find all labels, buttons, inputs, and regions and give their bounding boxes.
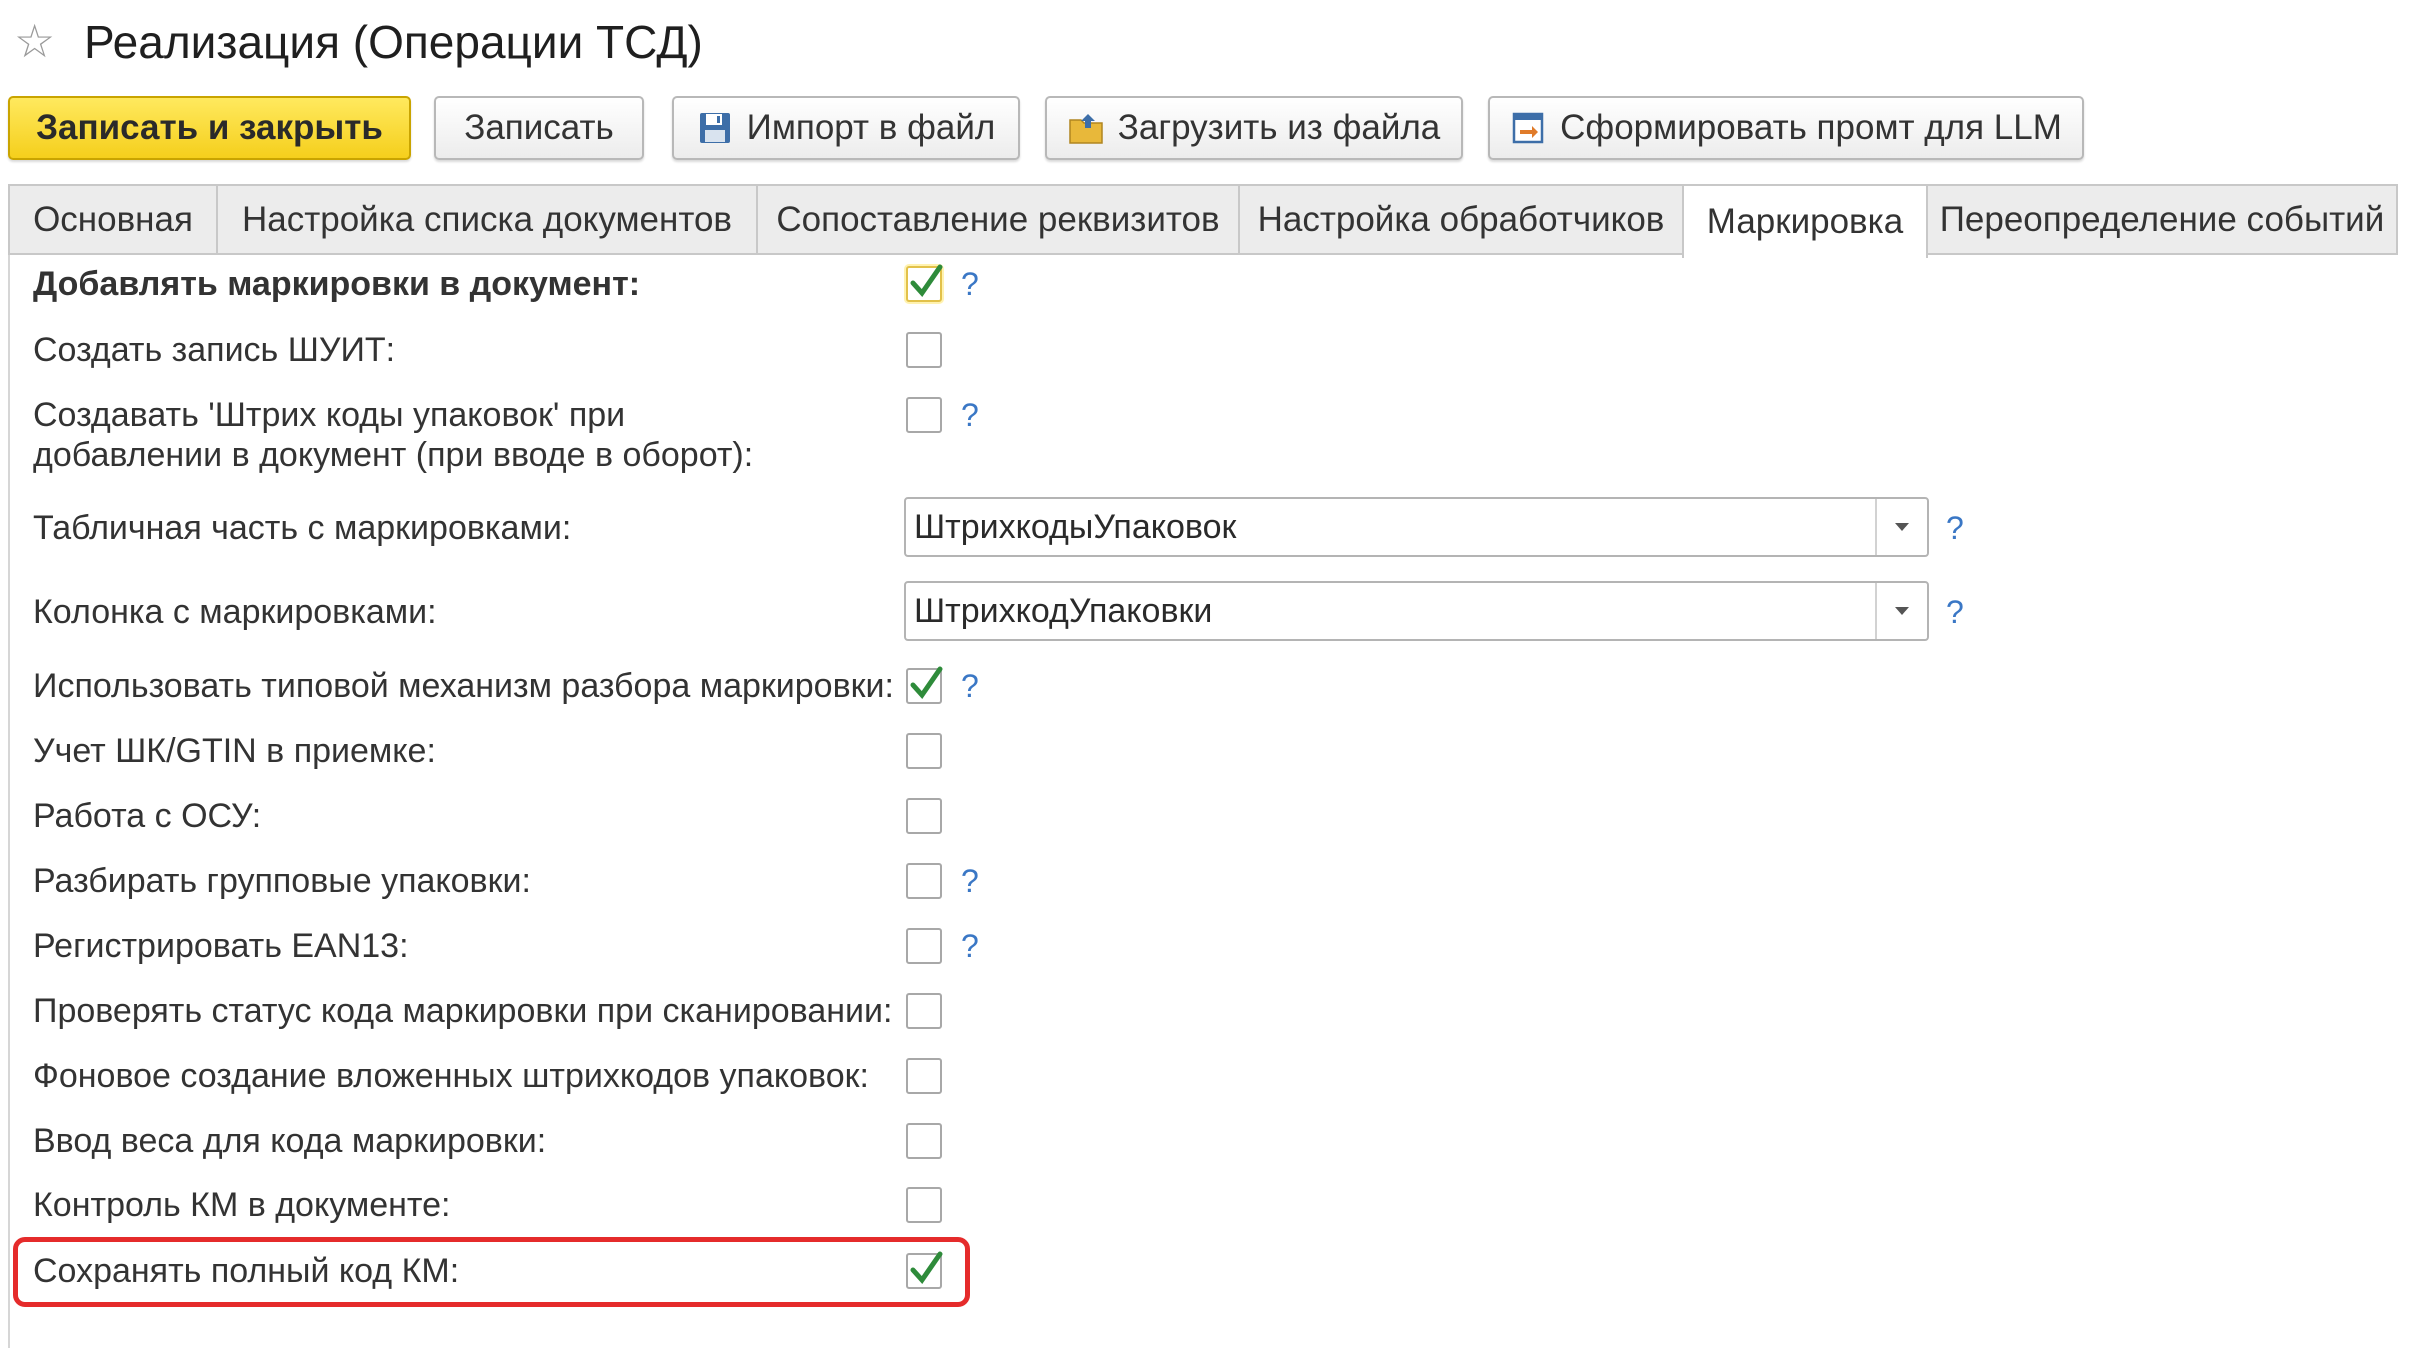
tab-label: Настройка списка документов (241, 200, 733, 239)
help-icon[interactable]: ? (1946, 510, 1964, 546)
gtin-accounting-checkbox[interactable] (906, 733, 942, 769)
title-bar: ☆ Реализация (Операции ТСД) (0, 0, 2427, 84)
tab-label: Маркировка (1706, 202, 1904, 241)
folder-upload-icon (1068, 114, 1103, 144)
km-control-label: Контроль КМ в документе: (33, 1186, 451, 1224)
marking-column-select[interactable]: ШтрихкодУпаковки (904, 581, 1929, 641)
checkmark-icon (910, 666, 943, 700)
marking-column-value: ШтрихкодУпаковки (914, 592, 1213, 630)
background-creation-label: Фоновое создание вложенных штрихкодов уп… (33, 1057, 869, 1095)
gtin-accounting-label: Учет ШК/GTIN в приемке: (33, 732, 436, 770)
export-label: Импорт в файл (746, 108, 996, 147)
tab-main[interactable]: Основная (8, 184, 218, 254)
generate-llm-prompt-button[interactable]: Сформировать промт для LLM (1488, 96, 2084, 160)
check-status-checkbox[interactable] (906, 993, 942, 1029)
document-arrow-icon (1512, 112, 1544, 144)
tab-documents-list[interactable]: Настройка списка документов (216, 184, 758, 254)
standard-mechanism-checkbox[interactable] (906, 666, 943, 704)
create-barcodes-label-line1: Создавать 'Штрих коды упаковок' при (33, 396, 626, 434)
load-label: Загрузить из файла (1117, 108, 1441, 147)
help-icon[interactable]: ? (961, 397, 979, 433)
table-part-label: Табличная часть с маркировками: (33, 509, 572, 547)
group-packages-label: Разбирать групповые упаковки: (33, 862, 531, 900)
create-barcodes-checkbox[interactable] (906, 397, 942, 433)
tab-bar: Основная Настройка списка документов Соп… (8, 184, 2398, 258)
ean13-checkbox[interactable] (906, 928, 942, 964)
tab-handlers[interactable]: Настройка обработчиков (1238, 184, 1684, 254)
table-part-value: ШтрихкодыУпаковок (914, 508, 1237, 546)
tab-label: Настройка обработчиков (1257, 200, 1665, 239)
save-and-close-label: Записать и закрыть (36, 108, 383, 147)
favorite-star-icon[interactable]: ☆ (14, 18, 55, 64)
create-barcodes-label-line2: добавлении в документ (при вводе в оборо… (33, 436, 754, 474)
save-full-km-checkbox[interactable] (906, 1251, 943, 1289)
osu-checkbox[interactable] (906, 798, 942, 834)
chevron-down-icon[interactable] (1875, 499, 1927, 555)
table-part-select[interactable]: ШтрихкодыУпаковок (904, 497, 1929, 557)
help-icon[interactable]: ? (961, 668, 979, 704)
weight-input-label: Ввод веса для кода маркировки: (33, 1122, 547, 1160)
tab-marking[interactable]: Маркировка (1682, 184, 1928, 258)
tab-label: Сопоставление реквизитов (776, 200, 1220, 239)
floppy-disk-icon (699, 113, 730, 143)
tab-label: Переопределение событий (1939, 200, 2385, 239)
checkmark-icon (910, 1251, 943, 1285)
create-shuit-label: Создать запись ШУИТ: (33, 331, 396, 369)
marking-column-label: Колонка с маркировками: (33, 593, 437, 631)
tab-divider (8, 253, 2398, 255)
standard-mechanism-label: Использовать типовой механизм разбора ма… (33, 667, 894, 705)
group-packages-checkbox[interactable] (906, 863, 942, 899)
background-creation-checkbox[interactable] (906, 1058, 942, 1094)
export-to-file-button[interactable]: Импорт в файл (672, 96, 1020, 160)
check-status-label: Проверять статус кода маркировки при ска… (33, 992, 893, 1030)
chevron-down-icon[interactable] (1875, 583, 1927, 639)
km-control-checkbox[interactable] (906, 1187, 942, 1223)
ean13-label: Регистрировать EAN13: (33, 927, 409, 965)
save-and-close-button[interactable]: Записать и закрыть (8, 96, 411, 160)
tab-events-override[interactable]: Переопределение событий (1926, 184, 2398, 254)
help-icon[interactable]: ? (1946, 594, 1964, 630)
save-label: Записать (464, 108, 614, 147)
toolbar: Записать и закрыть Записать Импорт в фай… (0, 96, 2427, 162)
page-title: Реализация (Операции ТСД) (84, 16, 703, 68)
weight-input-checkbox[interactable] (906, 1123, 942, 1159)
prompt-label: Сформировать промт для LLM (1560, 108, 2062, 147)
help-icon[interactable]: ? (961, 863, 979, 899)
create-shuit-checkbox[interactable] (906, 332, 942, 368)
tab-requisites-mapping[interactable]: Сопоставление реквизитов (756, 184, 1240, 254)
panel-border (8, 255, 10, 1348)
save-button[interactable]: Записать (434, 96, 644, 160)
load-from-file-button[interactable]: Загрузить из файла (1045, 96, 1463, 160)
help-icon[interactable]: ? (961, 928, 979, 964)
checkmark-icon (910, 264, 943, 298)
help-icon[interactable]: ? (961, 266, 979, 302)
add-markings-checkbox[interactable] (906, 264, 943, 302)
osu-label: Работа с ОСУ: (33, 797, 262, 835)
add-markings-label: Добавлять маркировки в документ: (33, 265, 641, 303)
tab-label: Основная (33, 200, 193, 239)
save-full-km-label: Сохранять полный код КМ: (33, 1252, 460, 1290)
